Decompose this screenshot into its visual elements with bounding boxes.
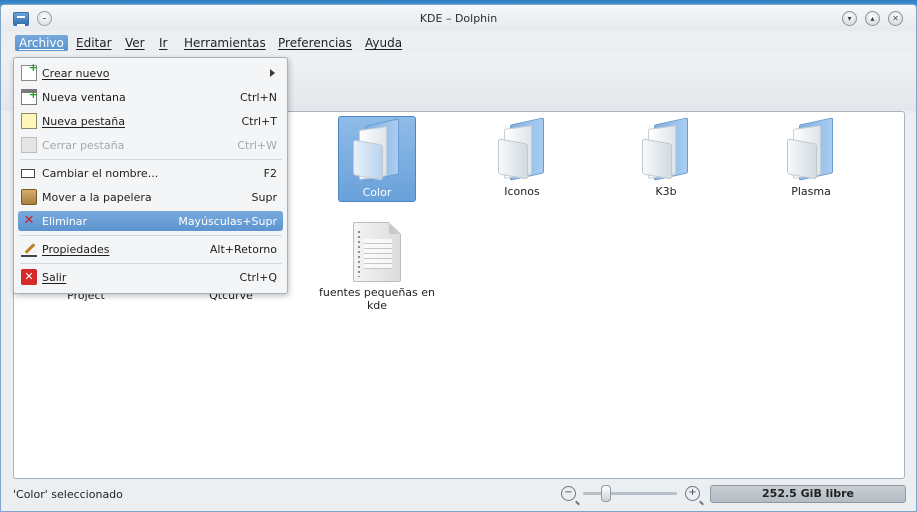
close-button[interactable]: ✕ <box>888 11 903 26</box>
text-document-icon <box>353 222 401 282</box>
menu-separator <box>20 159 282 160</box>
close-tab-icon <box>21 137 37 153</box>
menu-separator <box>20 263 282 264</box>
menu-item-salir[interactable]: ✕ Salir Ctrl+Q <box>18 267 283 287</box>
folder-icon <box>494 117 550 181</box>
menu-ayuda[interactable]: Ayuda <box>361 35 406 51</box>
maximize-button[interactable]: ▴ <box>865 11 880 26</box>
minimize-button[interactable]: ▾ <box>842 11 857 26</box>
new-tab-icon <box>21 113 37 129</box>
menu-separator <box>20 235 282 236</box>
menu-editar[interactable]: Editar <box>72 35 116 51</box>
chevron-right-icon <box>270 69 275 77</box>
menu-ver[interactable]: Ver <box>121 35 149 51</box>
close-icon: ✕ <box>892 14 899 23</box>
free-space-bar: 252.5 GiB libre <box>710 485 906 503</box>
file-label: Iconos <box>504 185 540 198</box>
properties-icon <box>21 241 37 257</box>
file-label: fuentes pequeñas en kde <box>318 286 436 312</box>
menu-item-eliminar[interactable]: ✕ Eliminar Mayúsculas+Supr <box>18 211 283 231</box>
folder-icon <box>638 117 694 181</box>
archivo-dropdown-menu: Crear nuevo Nueva ventana Ctrl+N Nueva p… <box>13 57 288 294</box>
menu-item-crear-nuevo[interactable]: Crear nuevo <box>18 61 283 83</box>
status-message: 'Color' seleccionado <box>13 488 123 501</box>
delete-icon: ✕ <box>23 213 35 228</box>
status-bar: 'Color' seleccionado − + 252.5 GiB libre <box>1 479 916 511</box>
rename-icon <box>21 169 35 178</box>
new-window-icon <box>21 88 38 105</box>
file-item-plasma[interactable]: Plasma <box>761 117 861 198</box>
folder-icon <box>349 118 405 182</box>
trash-icon <box>21 189 37 205</box>
menu-ir[interactable]: Ir <box>155 35 171 51</box>
file-item-k3b[interactable]: K3b <box>616 117 716 198</box>
file-item-iconos[interactable]: Iconos <box>472 117 572 198</box>
menu-item-propiedades[interactable]: Propiedades Alt+Retorno <box>18 239 283 259</box>
menu-herramientas[interactable]: Herramientas <box>180 35 270 51</box>
file-item-fuentes[interactable]: fuentes pequeñas en kde <box>312 222 442 312</box>
menu-archivo[interactable]: Archivo <box>15 35 68 51</box>
file-item-color[interactable]: Color <box>338 116 416 202</box>
zoom-out-icon[interactable]: − <box>561 486 576 501</box>
file-label: Color <box>362 186 392 199</box>
menu-item-nueva-ventana[interactable]: Nueva ventana Ctrl+N <box>18 87 283 107</box>
menu-item-cambiar-nombre[interactable]: Cambiar el nombre... F2 <box>18 163 283 183</box>
menu-item-cerrar-pestana: Cerrar pestaña Ctrl+W <box>18 135 283 155</box>
dolphin-window: KDE – Dolphin ▾ ▴ ✕ Archivo Editar Ver I… <box>0 4 917 512</box>
file-label: Plasma <box>791 185 831 198</box>
title-bar[interactable]: KDE – Dolphin ▾ ▴ ✕ <box>1 5 916 31</box>
menu-item-mover-papelera[interactable]: Mover a la papelera Supr <box>18 187 283 207</box>
new-document-icon <box>21 61 38 81</box>
menu-preferencias[interactable]: Preferencias <box>274 35 356 51</box>
menu-item-nueva-pestana[interactable]: Nueva pestaña Ctrl+T <box>18 111 283 131</box>
window-title: KDE – Dolphin <box>419 12 498 25</box>
zoom-in-icon[interactable]: + <box>685 486 700 501</box>
zoom-slider-handle[interactable] <box>601 485 611 502</box>
chevron-up-icon: ▴ <box>870 14 875 23</box>
zoom-slider[interactable] <box>583 492 677 495</box>
chevron-down-icon: ▾ <box>847 14 852 23</box>
file-label: K3b <box>655 185 677 198</box>
menu-bar: Archivo Editar Ver Ir Herramientas Prefe… <box>1 31 916 53</box>
quit-icon: ✕ <box>21 269 37 285</box>
folder-icon <box>783 117 839 181</box>
